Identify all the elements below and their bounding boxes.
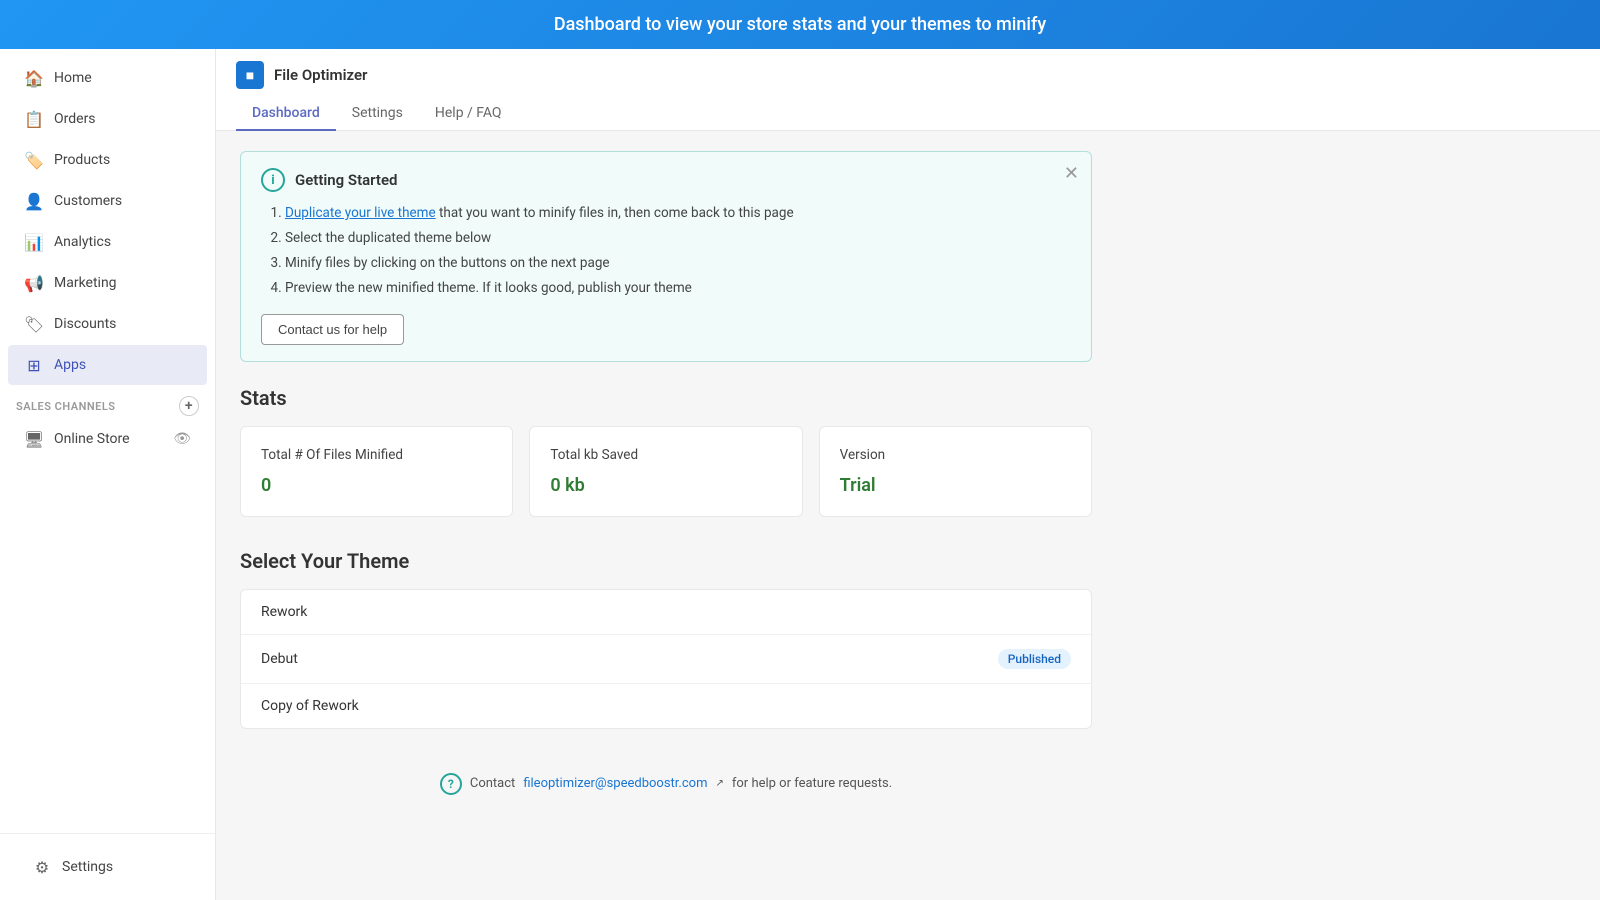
contact-us-button[interactable]: Contact us for help: [261, 314, 404, 345]
sidebar-item-marketing[interactable]: 📢 Marketing: [8, 263, 207, 303]
home-icon: 🏠: [24, 68, 44, 88]
sidebar-item-customers[interactable]: 👤 Customers: [8, 181, 207, 221]
footer-text-before: Contact: [470, 776, 515, 791]
apps-icon: ⊞: [24, 355, 44, 375]
eye-icon[interactable]: 👁: [173, 431, 191, 447]
sidebar: 🏠 Home 📋 Orders 🏷️ Products 👤 Customers …: [0, 49, 216, 900]
sidebar-nav: 🏠 Home 📋 Orders 🏷️ Products 👤 Customers …: [0, 49, 215, 833]
tabs: DashboardSettingsHelp / FAQ: [236, 97, 1580, 130]
stat-value: 0: [261, 475, 492, 496]
stat-value: Trial: [840, 475, 1071, 496]
sidebar-item-analytics[interactable]: 📊 Analytics: [8, 222, 207, 262]
published-badge: Published: [998, 649, 1071, 669]
top-banner: Dashboard to view your store stats and y…: [0, 0, 1600, 49]
sidebar-item-label-home: Home: [54, 70, 92, 86]
tab-dashboard[interactable]: Dashboard: [236, 97, 336, 131]
step-4: Preview the new minified theme. If it lo…: [285, 279, 1071, 298]
external-link-icon: ↗: [715, 778, 723, 789]
footer-help: ? Contact fileoptimizer@speedboostr.com …: [240, 761, 1092, 807]
content-area: ■ File Optimizer DashboardSettingsHelp /…: [216, 49, 1600, 900]
sidebar-item-label-discounts: Discounts: [54, 316, 116, 332]
add-sales-channel-button[interactable]: +: [179, 396, 199, 416]
card-steps: Duplicate your live theme that you want …: [261, 204, 1071, 298]
sidebar-item-apps[interactable]: ⊞ Apps: [8, 345, 207, 385]
sidebar-bottom: ⚙ Settings: [0, 833, 215, 900]
card-title: Getting Started: [295, 171, 397, 189]
step-1: Duplicate your live theme that you want …: [285, 204, 1071, 223]
footer-text-after: for help or feature requests.: [732, 776, 892, 791]
stats-title: Stats: [240, 386, 1092, 410]
theme-name: Copy of Rework: [261, 698, 359, 714]
sidebar-item-online-store[interactable]: 🖥 Online Store 👁: [8, 421, 207, 457]
stat-label: Total # Of Files Minified: [261, 447, 492, 463]
stat-value: 0 kb: [550, 475, 781, 496]
sales-channels-label: SALES CHANNELS: [16, 400, 116, 413]
tab-help[interactable]: Help / FAQ: [419, 97, 518, 131]
sidebar-item-discounts[interactable]: 🏷 Discounts: [8, 304, 207, 344]
page-content: i Getting Started ✕ Duplicate your live …: [216, 131, 1116, 827]
theme-row[interactable]: Copy of Rework: [241, 684, 1091, 728]
online-store-icon: 🖥: [24, 429, 44, 449]
sidebar-item-label-customers: Customers: [54, 193, 122, 209]
theme-row[interactable]: Debut Published: [241, 635, 1091, 684]
online-store-label: Online Store: [54, 431, 130, 447]
themes-title: Select Your Theme: [240, 549, 1092, 573]
tab-settings[interactable]: Settings: [336, 97, 419, 131]
footer-email-link[interactable]: fileoptimizer@speedboostr.com: [523, 776, 707, 791]
analytics-icon: 📊: [24, 232, 44, 252]
sidebar-item-label-orders: Orders: [54, 111, 96, 127]
card-header: i Getting Started: [261, 168, 1071, 192]
step-2: Select the duplicated theme below: [285, 229, 1071, 248]
theme-name: Debut: [261, 651, 298, 667]
banner-title: Dashboard to view your store stats and y…: [554, 14, 1046, 35]
theme-list: Rework Debut Published Copy of Rework: [240, 589, 1092, 729]
sidebar-item-products[interactable]: 🏷️ Products: [8, 140, 207, 180]
sales-channels-header: SALES CHANNELS +: [0, 386, 215, 420]
getting-started-card: i Getting Started ✕ Duplicate your live …: [240, 151, 1092, 362]
themes-section: Select Your Theme Rework Debut Published…: [240, 549, 1092, 729]
stat-card: Total # Of Files Minified 0: [240, 426, 513, 517]
app-icon-letter: ■: [246, 67, 254, 84]
duplicate-theme-link[interactable]: Duplicate your live theme: [285, 205, 436, 221]
discounts-icon: 🏷: [24, 314, 44, 334]
app-header: ■ File Optimizer DashboardSettingsHelp /…: [216, 49, 1600, 131]
app-name: File Optimizer: [274, 66, 367, 84]
stat-label: Version: [840, 447, 1071, 463]
sidebar-item-settings[interactable]: ⚙ Settings: [16, 847, 199, 887]
app-icon: ■: [236, 61, 264, 89]
marketing-icon: 📢: [24, 273, 44, 293]
sidebar-item-label-marketing: Marketing: [54, 275, 117, 291]
stat-card: Version Trial: [819, 426, 1092, 517]
theme-name: Rework: [261, 604, 307, 620]
sidebar-item-label-analytics: Analytics: [54, 234, 111, 250]
step-3: Minify files by clicking on the buttons …: [285, 254, 1071, 273]
sidebar-item-home[interactable]: 🏠 Home: [8, 58, 207, 98]
footer-question-icon: ?: [440, 773, 462, 795]
stats-section: Stats Total # Of Files Minified 0 Total …: [240, 386, 1092, 517]
stat-label: Total kb Saved: [550, 447, 781, 463]
settings-icon: ⚙: [32, 857, 52, 877]
info-icon: i: [261, 168, 285, 192]
app-title-row: ■ File Optimizer: [236, 61, 1580, 97]
products-icon: 🏷️: [24, 150, 44, 170]
stats-grid: Total # Of Files Minified 0 Total kb Sav…: [240, 426, 1092, 517]
sidebar-item-orders[interactable]: 📋 Orders: [8, 99, 207, 139]
sidebar-item-label-products: Products: [54, 152, 110, 168]
close-card-button[interactable]: ✕: [1064, 164, 1079, 182]
orders-icon: 📋: [24, 109, 44, 129]
theme-row[interactable]: Rework: [241, 590, 1091, 635]
stat-card: Total kb Saved 0 kb: [529, 426, 802, 517]
sidebar-item-label-apps: Apps: [54, 357, 86, 373]
customers-icon: 👤: [24, 191, 44, 211]
settings-label: Settings: [62, 859, 113, 875]
